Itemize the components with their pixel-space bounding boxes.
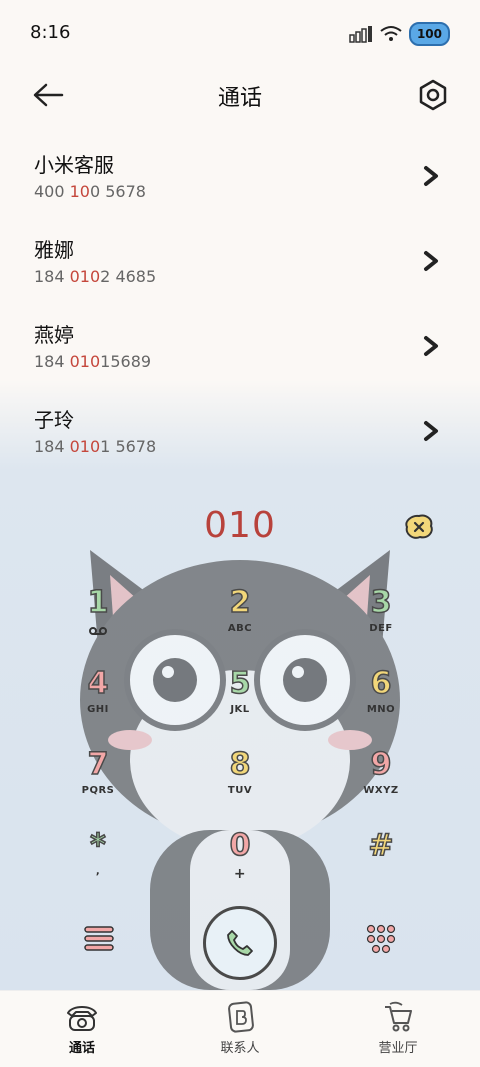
contact-row[interactable]: 小米客服 400 100 5678 (0, 135, 480, 220)
contact-name: 小米客服 (34, 153, 114, 177)
settings-hexagon-icon[interactable] (416, 78, 450, 112)
menu-icon[interactable] (84, 925, 114, 953)
key-hash[interactable]: # (341, 827, 421, 898)
tab-calls[interactable]: 通话 (42, 1001, 122, 1056)
shopping-cart-icon (385, 1001, 412, 1032)
page-title: 通话 (217, 86, 262, 111)
key-5[interactable]: 5 JKL (200, 665, 280, 736)
bottom-tab-bar: 通话 联系人 营业厅 (0, 990, 480, 1067)
chevron-right-icon[interactable] (422, 250, 440, 272)
contact-row[interactable]: 子玲 184 0101 5678 (0, 390, 480, 475)
contact-name: 子玲 (34, 408, 74, 432)
delete-backspace-icon[interactable] (404, 514, 434, 540)
contact-row[interactable]: 燕婷 184 01015689 (0, 305, 480, 390)
contact-match-list: 小米客服 400 100 5678 雅娜 184 0102 4685 燕婷 18… (0, 135, 480, 475)
app-header: 通话 (0, 70, 480, 120)
key-star[interactable]: * , (58, 827, 138, 898)
signal-icon (349, 26, 372, 43)
voicemail-icon (89, 627, 107, 635)
contact-row[interactable]: 雅娜 184 0102 4685 (0, 220, 480, 305)
telephone-icon (67, 1006, 97, 1031)
key-2[interactable]: 2 ABC (200, 584, 280, 655)
contacts-book-icon (228, 1001, 254, 1033)
status-time: 8:16 (30, 22, 71, 43)
contact-number: 184 0102 4685 (34, 267, 157, 286)
tab-contacts[interactable]: 联系人 (200, 1001, 280, 1056)
tab-service-hall[interactable]: 营业厅 (358, 1001, 438, 1056)
key-4[interactable]: 4 GHI (58, 665, 138, 736)
contact-name: 雅娜 (34, 238, 74, 262)
chevron-right-icon[interactable] (422, 335, 440, 357)
contact-name: 燕婷 (34, 323, 74, 347)
key-9[interactable]: 9 WXYZ (341, 746, 421, 817)
call-button[interactable] (203, 906, 277, 980)
contact-number: 184 0101 5678 (34, 437, 157, 456)
chevron-right-icon[interactable] (422, 420, 440, 442)
wifi-icon (380, 26, 402, 41)
status-bar: 8:16 100 (0, 0, 480, 64)
battery-badge: 100 (408, 22, 450, 46)
dialpad-toggle-icon[interactable] (366, 924, 396, 954)
key-0[interactable]: 0 + (200, 827, 280, 898)
key-1[interactable]: 1 (58, 584, 138, 655)
key-6[interactable]: 6 MNO (341, 665, 421, 736)
contact-number: 400 100 5678 (34, 182, 146, 201)
key-7[interactable]: 7 PQRS (58, 746, 138, 817)
status-icons: 100 (349, 22, 450, 46)
key-3[interactable]: 3 DEF (341, 584, 421, 655)
phone-handset-icon (227, 930, 253, 956)
key-8[interactable]: 8 TUV (200, 746, 280, 817)
contact-number: 184 01015689 (34, 352, 152, 371)
chevron-right-icon[interactable] (422, 165, 440, 187)
